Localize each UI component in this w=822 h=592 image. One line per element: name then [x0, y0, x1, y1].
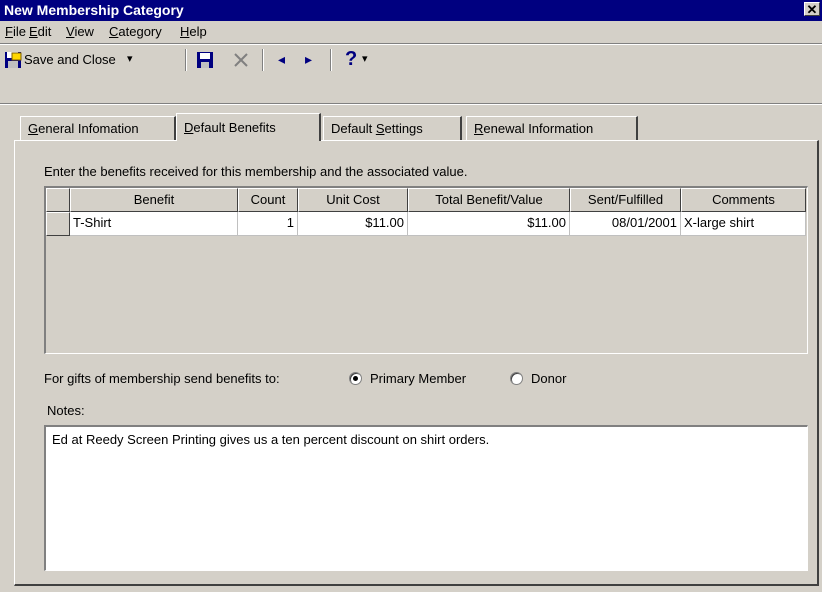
cell-unit-cost[interactable]: $11.00 — [298, 212, 408, 236]
save-button[interactable] — [194, 49, 216, 71]
help-button[interactable]: ? ▾ — [343, 48, 381, 71]
save-and-close-label: Save and Close — [24, 52, 116, 67]
previous-button[interactable]: ◂ — [276, 49, 292, 71]
row-selector-header — [46, 188, 70, 212]
save-and-close-button[interactable]: Save and Close ▾ — [4, 49, 172, 71]
save-close-icon — [5, 52, 22, 68]
cell-count[interactable]: 1 — [238, 212, 298, 236]
next-arrow-icon: ▸ — [305, 51, 313, 67]
benefits-grid: Benefit Count Unit Cost Total Benefit/Va… — [44, 186, 808, 354]
benefits-instructions: Enter the benefits received for this mem… — [44, 164, 468, 179]
tab-general-information[interactable]: General Infomation — [20, 116, 176, 140]
title-bar: New Membership Category ✕ — [0, 0, 822, 21]
save-icon — [197, 52, 213, 68]
menu-category[interactable]: Category — [109, 24, 162, 39]
cell-comments[interactable]: X-large shirt — [681, 212, 806, 236]
tab-default-benefits[interactable]: Default Benefits — [176, 113, 321, 141]
radio-donor[interactable] — [510, 372, 523, 385]
toolbar-bottom-separator — [0, 103, 822, 105]
column-header-benefit[interactable]: Benefit — [70, 188, 238, 212]
column-header-total-benefit-value[interactable]: Total Benefit/Value — [408, 188, 570, 212]
toolbar-separator — [262, 49, 264, 71]
toolbar: Save and Close ▾ ◂ ▸ ? ▾ — [0, 45, 822, 75]
radio-donor-label[interactable]: Donor — [531, 371, 566, 386]
chevron-down-icon[interactable]: ▾ — [362, 52, 368, 65]
toolbar-separator — [330, 49, 332, 71]
row-selector[interactable] — [46, 212, 70, 236]
menu-file[interactable]: File — [5, 24, 26, 39]
cell-sent-fulfilled[interactable]: 08/01/2001 — [570, 212, 681, 236]
toolbar-separator — [185, 49, 187, 71]
column-header-comments[interactable]: Comments — [681, 188, 806, 212]
notes-textarea[interactable]: Ed at Reedy Screen Printing gives us a t… — [44, 425, 808, 571]
column-header-unit-cost[interactable]: Unit Cost — [298, 188, 408, 212]
chevron-down-icon[interactable]: ▾ — [127, 52, 133, 65]
menu-edit[interactable]: Edit — [29, 24, 51, 39]
delete-icon — [234, 53, 248, 67]
menu-help[interactable]: Help — [180, 24, 207, 39]
prev-arrow-icon: ◂ — [278, 51, 286, 67]
column-header-sent-fulfilled[interactable]: Sent/Fulfilled — [570, 188, 681, 212]
radio-primary-member-label[interactable]: Primary Member — [370, 371, 466, 386]
cell-benefit[interactable]: T-Shirt — [70, 212, 238, 236]
notes-label: Notes: — [47, 403, 85, 418]
menu-view[interactable]: View — [66, 24, 94, 39]
tab-default-settings[interactable]: Default Settings — [323, 116, 462, 140]
radio-primary-member[interactable] — [349, 372, 362, 385]
close-icon[interactable]: ✕ — [804, 2, 820, 16]
cell-total-benefit-value[interactable]: $11.00 — [408, 212, 570, 236]
membership-category-window: New Membership Category ✕ File Edit View… — [0, 0, 822, 592]
send-benefits-label: For gifts of membership send benefits to… — [44, 371, 280, 386]
column-header-count[interactable]: Count — [238, 188, 298, 212]
radio-selected-dot — [353, 376, 358, 381]
next-button[interactable]: ▸ — [303, 49, 319, 71]
window-title: New Membership Category — [4, 2, 184, 18]
help-icon: ? — [345, 48, 358, 70]
delete-button[interactable] — [230, 49, 252, 71]
tab-renewal-information[interactable]: Renewal Information — [466, 116, 638, 140]
menu-bar: File Edit View Category Help — [0, 21, 822, 43]
